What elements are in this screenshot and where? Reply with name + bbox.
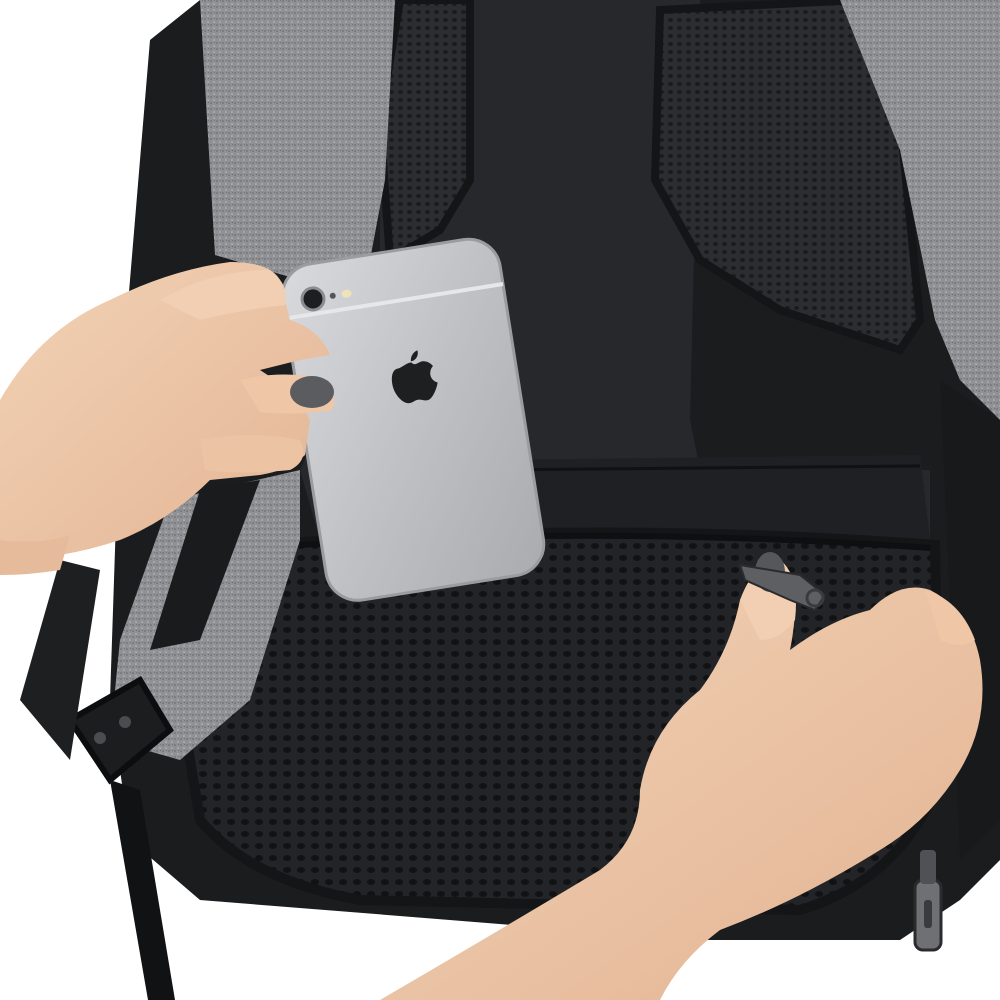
left-hand-lower-finger xyxy=(200,435,304,473)
shoulder-strap-left-upper xyxy=(200,0,395,280)
photo-scene xyxy=(0,0,1000,1000)
photo-illustration xyxy=(0,0,1000,1000)
camera-lens-icon xyxy=(300,286,326,312)
thumb-nail-polish xyxy=(290,376,334,408)
